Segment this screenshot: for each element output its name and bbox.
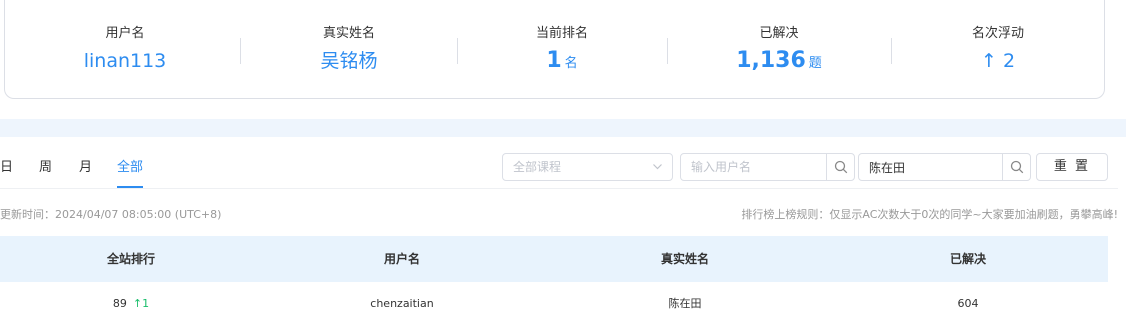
table-row: 89 ↑1 chenzaitian 陈在田 604 <box>0 282 1108 321</box>
stat-username: 用户名 linan113 <box>5 0 245 99</box>
column-header-username: 用户名 <box>383 252 420 266</box>
stat-rank-unit: 名 <box>564 56 578 71</box>
stat-rank-value: 1名 <box>457 46 667 79</box>
ranking-rule: 排行榜上榜规则：仅显示AC次数大于0次的同学~大家要加油刷题，勇攀高峰! <box>741 208 1118 221</box>
stats-card: 用户名 linan113 真实姓名 吴铭杨 当前排名 1名 已解决 1,136 题… <box>4 0 1105 99</box>
tabs-divider <box>0 188 1118 189</box>
stat-realname-label: 真实姓名 <box>322 26 375 41</box>
stat-rank-label: 当前排名 <box>535 26 588 41</box>
tab-month[interactable]: 月 <box>79 156 92 175</box>
stat-realname: 真实姓名 吴铭杨 <box>240 0 458 99</box>
tab-week[interactable]: 周 <box>39 156 52 175</box>
tab-day[interactable]: 日 <box>0 156 13 175</box>
stat-rank-change: 名次浮动 ↑ 2 <box>891 0 1105 99</box>
stat-rank-change-label: 名次浮动 <box>971 26 1024 41</box>
section-separator <box>0 119 1126 137</box>
search-icon <box>834 160 847 174</box>
column-header-rank: 全站排行 <box>106 252 155 266</box>
username-search-button[interactable] <box>826 154 854 180</box>
stat-username-label: 用户名 <box>105 26 145 41</box>
stat-rank: 当前排名 1名 <box>457 0 667 99</box>
cell-realname: 陈在田 <box>668 297 702 310</box>
column-header-realname: 真实姓名 <box>660 252 709 266</box>
update-time: 更新时间：2024/04/07 08:05:00 (UTC+8) <box>0 208 222 221</box>
stat-solved-label: 已解决 <box>759 26 799 41</box>
cell-rank: 89 ↑1 <box>0 282 262 321</box>
stat-solved: 已解决 1,136 题 <box>667 0 891 99</box>
stat-rank-change-value: ↑ 2 <box>891 46 1105 76</box>
realname-search <box>858 153 1031 181</box>
course-select[interactable]: 全部课程 <box>502 153 673 181</box>
stat-solved-number: 1,136 <box>736 48 806 73</box>
arrow-up-icon: ↑ <box>980 50 997 72</box>
stat-rank-number: 1 <box>546 48 562 73</box>
stat-solved-value: 1,136 题 <box>667 46 891 79</box>
table-header: 全站排行 用户名 真实姓名 已解决 <box>0 236 1108 282</box>
stat-username-value[interactable]: linan113 <box>5 46 245 76</box>
stat-realname-value: 吴铭杨 <box>320 50 378 72</box>
username-search-input[interactable] <box>681 154 826 180</box>
username-search <box>680 153 855 181</box>
realname-search-button[interactable] <box>1002 154 1030 180</box>
stat-solved-unit: 题 <box>808 56 822 71</box>
course-select-placeholder: 全部课程 <box>513 160 562 174</box>
tab-all[interactable]: 全部 <box>117 156 143 175</box>
rank-number: 89 <box>112 297 127 310</box>
stat-rank-change-number: 2 <box>1002 50 1016 72</box>
column-header-solved: 已解决 <box>949 252 986 266</box>
cell-solved: 604 <box>957 297 979 310</box>
rank-trend-up: ↑1 <box>132 297 150 310</box>
realname-search-input[interactable] <box>859 154 1002 180</box>
reset-button[interactable]: 重 置 <box>1036 153 1108 181</box>
search-icon <box>1010 160 1023 174</box>
chevron-down-icon <box>652 154 663 189</box>
cell-username[interactable]: chenzaitian <box>262 282 542 321</box>
